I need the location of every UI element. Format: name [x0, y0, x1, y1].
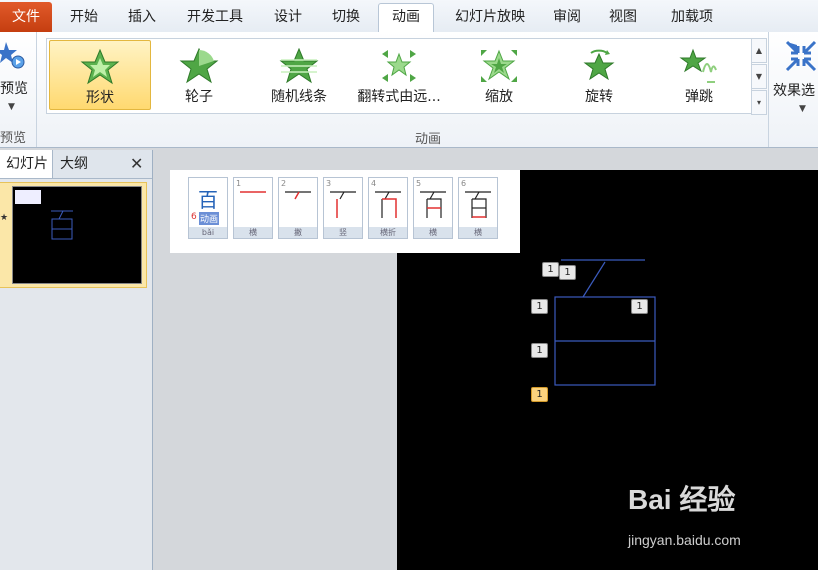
tab-view[interactable]: 视图 [600, 4, 646, 31]
animation-bounce-label: 弹跳 [685, 89, 713, 105]
animation-tag-5[interactable]: 1 [531, 343, 548, 358]
stroke-caption-2: 撇 [279, 227, 317, 238]
stroke-glyph-6 [465, 191, 491, 218]
animation-random-lines-label: 随机线条 [271, 89, 327, 105]
gallery-scroll-up[interactable]: ▲ [751, 38, 767, 63]
tab-slides[interactable]: 幻灯片 [0, 150, 53, 178]
stroke-caption-3: 竖 [324, 227, 362, 238]
stroke-box-3: 3 竖 [323, 177, 363, 239]
slide-thumbnail-selected[interactable]: ★ [0, 182, 147, 288]
pane-tabs: 幻灯片 大纲 ✕ [0, 150, 152, 179]
effect-options-dropdown-icon[interactable]: ▼ [799, 104, 806, 114]
watermark-brand: Bai 经验 [628, 484, 736, 515]
preview-star-icon[interactable] [0, 40, 28, 72]
animation-zoom-label: 缩放 [485, 89, 513, 105]
slide-thumbnail[interactable] [12, 186, 142, 284]
pane-close-icon[interactable]: ✕ [130, 150, 143, 178]
stroke-caption-1: 横 [234, 227, 272, 238]
animation-gallery: 形状 轮子 随机线条 翻转式由远... 缩放 旋转 弹跳 [46, 38, 752, 114]
preview-button[interactable]: 预览 [0, 78, 28, 98]
stroke-caption-4: 横折 [369, 227, 407, 238]
effect-options-button[interactable]: 效果选 [773, 80, 815, 100]
stroke-glyph-2 [285, 191, 311, 200]
gallery-scroll: ▲ ▼ ▾ [751, 38, 767, 115]
animation-zoom[interactable]: 缩放 [449, 40, 549, 110]
star-shape-icon [80, 49, 120, 85]
animation-bounce[interactable]: 弹跳 [649, 40, 749, 110]
tab-developer[interactable]: 开发工具 [174, 4, 256, 31]
thumbnail-strip [15, 190, 41, 204]
animation-tag-2[interactable]: 1 [559, 265, 576, 280]
animation-flip-from-far-label: 翻转式由远... [357, 89, 441, 105]
thumbnail-char [51, 210, 73, 240]
preview-group: 预览 ▼ 预览 [0, 32, 37, 147]
slides-pane: 幻灯片 大纲 ✕ ★ [0, 150, 153, 570]
animation-group-label: 动画 [415, 132, 442, 147]
ribbon-tab-bar: 文件 开始 插入 开发工具 设计 切换 动画 幻灯片放映 审阅 视图 加载项 [0, 0, 818, 34]
effect-options-group: 效果选 ▼ [768, 32, 818, 147]
star-flip-icon [382, 50, 416, 82]
animation-flip-from-far[interactable]: 翻转式由远... [349, 40, 449, 110]
gallery-more[interactable]: ▾ [751, 90, 767, 115]
stroke-main-char: 百 [198, 188, 218, 212]
animation-shape-label: 形状 [86, 90, 114, 106]
animation-wheel[interactable]: 轮子 [149, 40, 249, 110]
tab-design[interactable]: 设计 [262, 4, 314, 31]
tab-animations[interactable]: 动画 [378, 3, 434, 34]
star-spin-icon [583, 49, 615, 81]
tab-insert[interactable]: 插入 [116, 4, 168, 31]
tab-review[interactable]: 审阅 [544, 4, 590, 31]
stroke-caption-6: 横 [459, 227, 497, 238]
animation-tag-3[interactable]: 1 [531, 299, 548, 314]
stroke-box-5: 5 横 [413, 177, 453, 239]
star-wheel-icon [179, 48, 219, 84]
ribbon: 预览 ▼ 预览 形状 轮子 随机线条 翻转式由远... 缩放 旋转 弹跳 ▲ ▼… [0, 32, 818, 148]
stroke-main-box: 百 6 动画 bǎi [188, 177, 228, 239]
tab-outline[interactable]: 大纲 [60, 150, 88, 178]
tab-home[interactable]: 开始 [58, 4, 110, 31]
stroke-glyph-5 [420, 191, 446, 218]
stroke-box-4: 4 横折 [368, 177, 408, 239]
animation-tag-4[interactable]: 1 [631, 299, 648, 314]
tab-slideshow[interactable]: 幻灯片放映 [440, 4, 540, 31]
animation-wheel-label: 轮子 [185, 89, 213, 105]
stroke-box-2: 2 撇 [278, 177, 318, 239]
stroke-count: 6 [191, 212, 197, 222]
watermark-url: jingyan.baidu.com [628, 532, 741, 548]
stroke-caption-5: 横 [414, 227, 452, 238]
star-bounce-icon [679, 48, 717, 83]
stroke-order-strip[interactable]: 百 6 动画 bǎi 1 横 2 撇 3 竖 4 横折 5 横 6 横 [170, 170, 520, 253]
preview-dropdown-icon[interactable]: ▼ [8, 102, 15, 112]
tab-slides-label: 幻灯片 [6, 156, 48, 172]
preview-group-label: 预览 [0, 131, 27, 146]
animation-spin[interactable]: 旋转 [549, 40, 649, 110]
stroke-glyph-3 [330, 191, 356, 218]
animation-spin-label: 旋转 [585, 89, 613, 105]
stroke-main-pinyin: bǎi [189, 227, 227, 238]
stroke-glyph-1 [240, 191, 266, 193]
animation-shape[interactable]: 形状 [49, 40, 151, 110]
star-lines-icon [279, 48, 319, 84]
tab-file[interactable]: 文件 [0, 2, 52, 32]
slide-star-icon: ★ [0, 213, 9, 223]
effect-options-icon[interactable] [785, 40, 817, 72]
stroke-box-1: 1 横 [233, 177, 273, 239]
stroke-anim-tag: 动画 [199, 212, 220, 225]
tab-transitions[interactable]: 切换 [320, 4, 372, 31]
animation-random-lines[interactable]: 随机线条 [249, 40, 349, 110]
tab-addins[interactable]: 加载项 [660, 4, 724, 31]
gallery-scroll-down[interactable]: ▼ [751, 64, 767, 89]
star-zoom-icon [481, 49, 517, 82]
animation-tag-6-selected[interactable]: 1 [531, 387, 548, 402]
stroke-box-6: 6 横 [458, 177, 498, 239]
stroke-glyph-4 [375, 191, 401, 218]
animation-tag-1[interactable]: 1 [542, 262, 559, 277]
